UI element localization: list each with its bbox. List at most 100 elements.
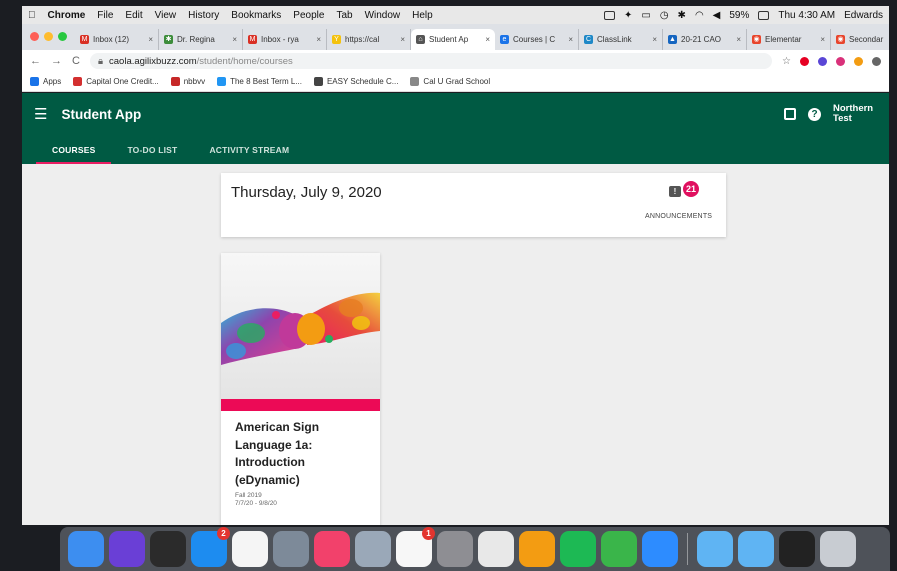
tab-close-icon[interactable]: × xyxy=(400,35,405,44)
menu-people[interactable]: People xyxy=(293,10,324,21)
course-image[interactable] xyxy=(221,253,380,399)
browser-tab[interactable]: Yhttps://cal × xyxy=(327,29,411,50)
instagram-icon[interactable] xyxy=(836,56,845,66)
menu-tab[interactable]: Tab xyxy=(336,10,352,21)
battery-percent[interactable]: 59% xyxy=(729,10,749,21)
tab-todo-list[interactable]: TO-DO LIST xyxy=(111,135,193,164)
student-app: ☰ Student App ? Northern Test COURSES TO… xyxy=(22,93,889,525)
system-preferences-icon[interactable] xyxy=(437,531,473,567)
pages-icon[interactable] xyxy=(519,531,555,567)
tab-close-icon[interactable]: × xyxy=(485,35,490,44)
help-icon[interactable]: ? xyxy=(808,107,821,121)
bookmark-star-icon[interactable]: ☆ xyxy=(782,56,791,67)
address-bar[interactable]: 🔒︎ caola.agilixbuzz.com/student/home/cou… xyxy=(89,53,773,69)
user-name[interactable]: Northern Test xyxy=(833,104,877,124)
menu-window[interactable]: Window xyxy=(365,10,401,21)
library-icon[interactable] xyxy=(784,108,796,120)
minimize-window-button[interactable] xyxy=(44,32,53,41)
bookmark-item[interactable]: Apps xyxy=(30,77,61,86)
bluetooth-icon[interactable]: ✱ xyxy=(678,10,686,21)
apple-menu-icon[interactable]:  xyxy=(28,10,36,21)
numbers-icon[interactable] xyxy=(601,531,637,567)
browser-tab[interactable]: ⌂ Student Ap × xyxy=(411,29,495,50)
bookmark-icon xyxy=(217,77,227,86)
photos-icon[interactable]: 1 xyxy=(396,527,435,567)
finder-icon[interactable] xyxy=(68,531,104,567)
tab-title: 20-21 CAO xyxy=(681,35,722,44)
launchpad-icon[interactable] xyxy=(273,531,309,567)
browser-tab[interactable]: ▲ 20-21 CAO × xyxy=(663,29,747,50)
course-title[interactable]: American Sign Language 1a: Introduction … xyxy=(221,411,380,489)
menu-icon[interactable]: ☰ xyxy=(34,105,47,123)
bookmark-item[interactable]: EASY Schedule C... xyxy=(313,77,398,86)
honey-icon[interactable] xyxy=(854,56,863,66)
tab-activity-stream[interactable]: ACTIVITY STREAM xyxy=(193,135,305,164)
announcement-icon[interactable]: ! xyxy=(669,186,681,197)
book-icon[interactable] xyxy=(779,531,815,567)
course-term: Fall 2019 xyxy=(235,492,262,499)
close-window-button[interactable] xyxy=(30,32,39,41)
trash-icon[interactable] xyxy=(820,531,856,567)
battery-icon[interactable] xyxy=(758,10,770,20)
bookmark-item[interactable]: nbbvv xyxy=(170,77,205,86)
bookmark-item[interactable]: Capital One Credit... xyxy=(73,77,159,86)
menu-app-name[interactable]: Chrome xyxy=(48,10,86,21)
tab-close-icon[interactable]: × xyxy=(316,35,321,44)
tab-close-icon[interactable]: × xyxy=(652,35,657,44)
notification-badge: 1 xyxy=(422,527,435,540)
browser-tab[interactable]: ◉Secondar× xyxy=(831,29,889,50)
extensions: ☆ xyxy=(782,56,881,67)
ublock-icon[interactable] xyxy=(818,56,827,66)
tab-title: https://cal xyxy=(345,35,380,44)
tab-close-icon[interactable]: × xyxy=(736,35,741,44)
menu-file[interactable]: File xyxy=(97,10,113,21)
spotify-icon[interactable] xyxy=(560,531,596,567)
browser-tab[interactable]: M Inbox (12) × xyxy=(75,29,159,50)
clock[interactable]: Thu 4:30 AM xyxy=(778,10,835,21)
tab-close-icon[interactable]: × xyxy=(820,35,825,44)
extensions-puzzle-icon[interactable] xyxy=(872,56,881,66)
zoom-icon[interactable] xyxy=(642,531,678,567)
forward-icon[interactable]: → xyxy=(51,55,62,67)
menu-view[interactable]: View xyxy=(155,10,177,21)
applications-folder-icon[interactable] xyxy=(697,531,733,567)
calendar-icon[interactable] xyxy=(232,531,268,567)
browser-tab[interactable]: e Courses | C × xyxy=(495,29,579,50)
announcements-label[interactable]: ANNOUNCEMENTS xyxy=(645,213,712,220)
reload-icon[interactable]: C xyxy=(72,55,80,67)
user-menu[interactable]: Edwards xyxy=(844,10,883,21)
screen-icon[interactable] xyxy=(603,10,615,20)
menu-help[interactable]: Help xyxy=(412,10,433,21)
browser-tab[interactable]: C ClassLink × xyxy=(579,29,663,50)
documents-folder-icon[interactable] xyxy=(738,531,774,567)
dashboard-icon[interactable] xyxy=(150,531,186,567)
tab-courses[interactable]: COURSES xyxy=(36,135,112,164)
menu-edit[interactable]: Edit xyxy=(125,10,142,21)
wifi-icon[interactable]: ◠ xyxy=(695,10,704,21)
chrome-icon[interactable] xyxy=(478,531,514,567)
browser-tab[interactable]: ✱ Dr. Regina × xyxy=(159,29,243,50)
volume-icon[interactable]: ◀ xyxy=(713,10,721,21)
back-icon[interactable]: ← xyxy=(30,55,41,67)
tab-close-icon[interactable]: × xyxy=(148,35,153,44)
bookmark-item[interactable]: The 8 Best Term L... xyxy=(217,77,302,86)
tab-close-icon[interactable]: × xyxy=(232,35,237,44)
music-icon[interactable] xyxy=(314,531,350,567)
menu-history[interactable]: History xyxy=(188,10,219,21)
siri-icon[interactable] xyxy=(109,531,145,567)
browser-tab[interactable]: ◉ Elementar × xyxy=(747,29,831,50)
announcement-count-badge[interactable]: 21 xyxy=(683,181,699,197)
menu-bookmarks[interactable]: Bookmarks xyxy=(231,10,281,21)
course-card[interactable]: American Sign Language 1a: Introduction … xyxy=(221,253,380,525)
preview-icon[interactable] xyxy=(355,531,391,567)
app-store-icon[interactable]: 2 xyxy=(191,527,230,567)
time-machine-icon[interactable]: ◷ xyxy=(660,10,669,21)
browser-tab[interactable]: M Inbox - rya × xyxy=(243,29,327,50)
pinterest-icon[interactable] xyxy=(800,56,809,66)
zoom-window-button[interactable] xyxy=(58,32,67,41)
bookmark-item[interactable]: Cal U Grad School xyxy=(410,77,490,86)
dock-separator xyxy=(687,533,688,565)
dropbox-icon[interactable]: ✦ xyxy=(624,10,632,21)
tab-close-icon[interactable]: × xyxy=(568,35,573,44)
airplay-icon[interactable]: ▭ xyxy=(641,10,650,21)
